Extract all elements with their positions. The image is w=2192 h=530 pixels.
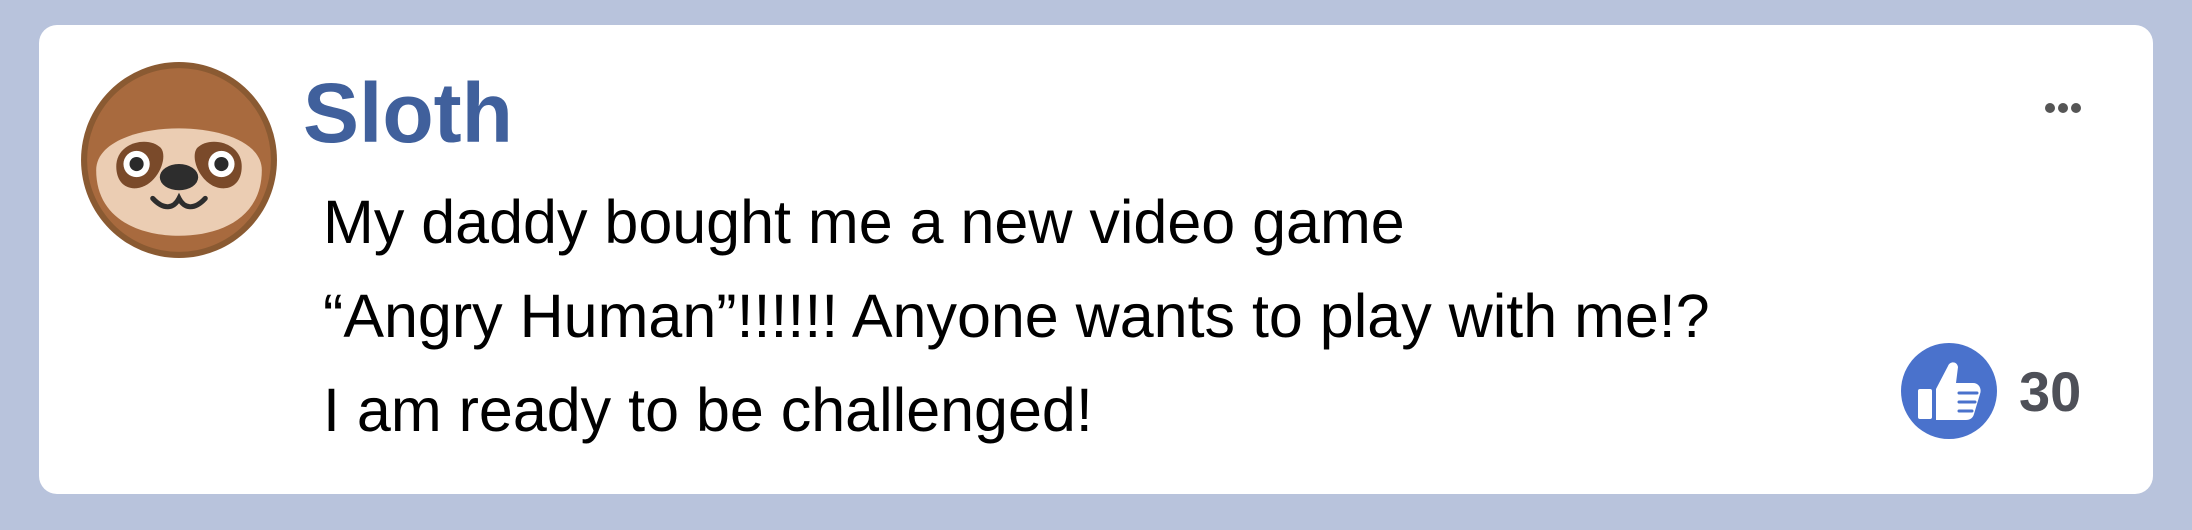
thumbs-up-icon [1901, 343, 1997, 439]
post-body: My daddy bought me a new video game “Ang… [323, 175, 1823, 457]
post-author[interactable]: Sloth [303, 63, 513, 163]
avatar[interactable] [78, 59, 280, 261]
like-button[interactable] [1901, 343, 1997, 439]
post-text-line: “Angry Human”!!!!!! Anyone wants to play… [323, 282, 1710, 350]
post-card: Sloth My daddy bought me a new video gam… [39, 25, 2153, 494]
post-text-line: My daddy bought me a new video game [323, 188, 1405, 256]
ellipsis-icon [2045, 103, 2081, 113]
like-section: 30 [1901, 343, 2081, 439]
post-text-line: I am ready to be challenged! [323, 376, 1093, 444]
more-options-button[interactable] [2028, 93, 2098, 123]
sloth-icon [81, 62, 277, 258]
like-count: 30 [2019, 359, 2082, 423]
